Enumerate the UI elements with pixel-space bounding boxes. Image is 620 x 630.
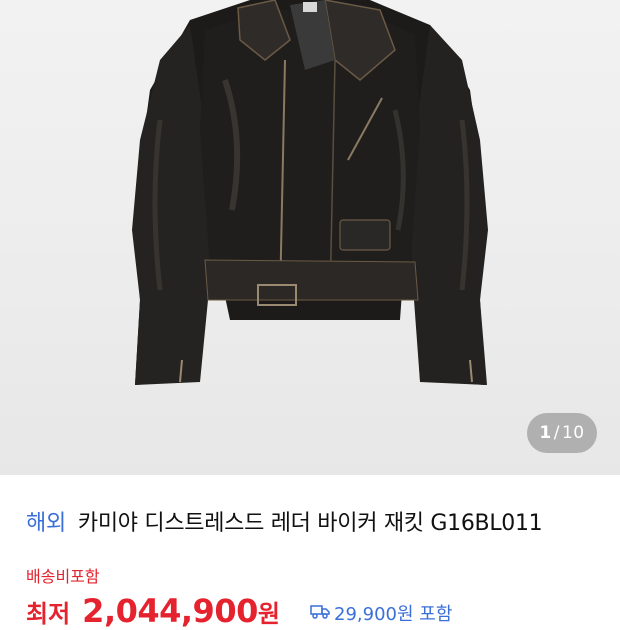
- image-counter-current: 1: [539, 423, 552, 443]
- leather-jacket-image: [132, 0, 488, 385]
- shipping-included-label: 배송비포함: [26, 567, 100, 586]
- product-image-gallery[interactable]: 1 / 10: [0, 0, 620, 475]
- shipping-fee-text: 29,900원 포함: [334, 604, 453, 625]
- image-counter-separator: /: [553, 423, 560, 443]
- price-row: 최저 2,044,900 원: [26, 592, 280, 630]
- product-title-row: 해외 카미야 디스트레스드 레더 바이커 재킷 G16BL011: [26, 505, 543, 537]
- lowest-price-label: 최저: [26, 600, 71, 628]
- truck-icon: [310, 603, 330, 624]
- price-unit: 원: [257, 600, 280, 628]
- image-counter: 1 / 10: [527, 413, 597, 453]
- product-title: 카미야 디스트레스드 레더 바이커 재킷 G16BL011: [77, 511, 543, 536]
- image-counter-total: 10: [561, 423, 585, 443]
- origin-tag[interactable]: 해외: [26, 511, 66, 536]
- shipping-fee: 29,900원 포함: [310, 600, 452, 626]
- price-amount: 2,044,900: [82, 592, 258, 630]
